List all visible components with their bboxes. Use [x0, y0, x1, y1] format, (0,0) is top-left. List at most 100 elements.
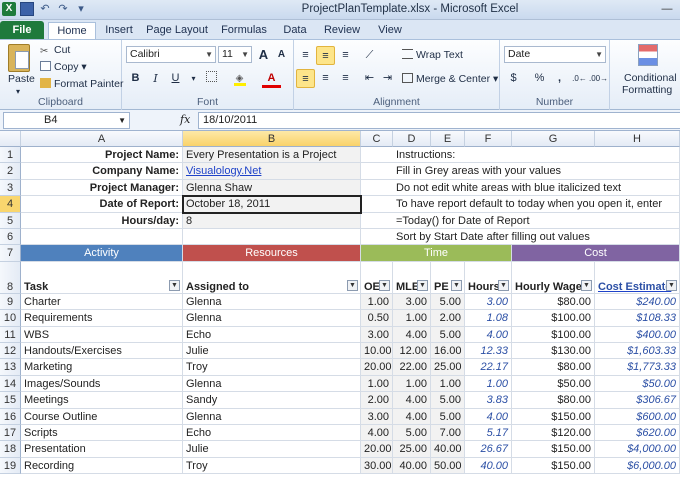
filter-active-icon[interactable]: ▼ — [169, 279, 180, 291]
row-header-1[interactable]: 1 — [0, 147, 21, 164]
header-cost-estimate[interactable]: Cost Estimate ▼ — [595, 261, 680, 294]
row-header-12[interactable]: 12 — [0, 343, 21, 360]
font-color-button[interactable]: A — [262, 69, 281, 88]
table-cell[interactable]: Glenna — [183, 408, 361, 425]
table-cell[interactable]: 0.50 — [361, 310, 393, 327]
header-assigned-to[interactable]: Assigned to ▼ — [183, 261, 361, 294]
formula-input[interactable]: 18/10/2011 — [198, 112, 680, 129]
table-cell[interactable]: Sandy — [183, 392, 361, 409]
filter-dropdown-icon[interactable]: ▼ — [379, 279, 390, 291]
table-cell[interactable]: WBS — [21, 326, 183, 343]
filter-dropdown-icon[interactable]: ▼ — [498, 279, 509, 291]
row-header-7[interactable]: 7 — [0, 245, 21, 262]
orientation-icon[interactable]: ⟋ — [360, 46, 379, 65]
decrease-decimal-icon[interactable]: .00→ — [589, 69, 608, 88]
row-header-8[interactable]: 8 — [0, 261, 21, 294]
bold-button[interactable]: B — [126, 69, 145, 88]
table-cell[interactable]: 1.00 — [361, 293, 393, 311]
font-size-select[interactable]: 11 ▼ — [218, 46, 252, 63]
filter-dropdown-icon[interactable]: ▼ — [666, 279, 677, 291]
header-pe[interactable]: PE ▼ — [431, 261, 465, 294]
column-header-b[interactable]: B — [183, 131, 361, 147]
column-header-c[interactable]: C — [361, 131, 393, 147]
tab-formulas[interactable]: Formulas — [220, 22, 268, 39]
table-cell[interactable]: Julie — [183, 343, 361, 360]
tab-page-layout[interactable]: Page Layout — [146, 22, 208, 39]
table-cell[interactable]: 2.00 — [431, 310, 465, 327]
table-cell[interactable]: 12.00 — [393, 343, 431, 360]
align-bottom-icon[interactable]: ≡ — [336, 46, 355, 65]
row-header-4[interactable]: 4 — [0, 196, 21, 213]
name-box[interactable]: B4 ▼ — [3, 112, 130, 129]
row-header-11[interactable]: 11 — [0, 326, 21, 343]
percent-button[interactable]: % — [530, 69, 549, 88]
table-cell[interactable]: 30.00 — [361, 457, 393, 475]
row-header-6[interactable]: 6 — [0, 229, 21, 246]
table-cell[interactable]: Charter — [21, 293, 183, 311]
project-value[interactable]: Glenna Shaw — [183, 179, 361, 197]
table-cell[interactable]: 3.00 — [393, 293, 431, 311]
table-cell[interactable]: Echo — [183, 326, 361, 343]
table-cell[interactable]: 25.00 — [431, 359, 465, 376]
table-cell[interactable]: 40.00 — [393, 457, 431, 475]
row-header-10[interactable]: 10 — [0, 310, 21, 327]
table-cell[interactable]: 1.00 — [431, 375, 465, 393]
table-cell[interactable]: Recording — [21, 457, 183, 475]
paste-button[interactable]: Paste — [8, 73, 35, 85]
select-all-corner[interactable] — [0, 131, 21, 147]
table-cell[interactable]: 5.00 — [431, 326, 465, 343]
project-value[interactable]: Visualology.Net — [183, 163, 361, 180]
column-header-h[interactable]: H — [595, 131, 680, 147]
column-header-f[interactable]: F — [465, 131, 512, 147]
table-cell[interactable]: 4.00 — [393, 392, 431, 409]
filter-dropdown-icon[interactable]: ▼ — [417, 279, 428, 291]
align-right-icon[interactable]: ≡ — [336, 69, 355, 88]
grow-font-button[interactable]: A — [254, 45, 273, 64]
table-cell[interactable]: 20.00 — [361, 359, 393, 376]
copy-button[interactable]: Copy ▾ — [40, 61, 87, 73]
header-task[interactable]: Task ▼ — [21, 261, 183, 294]
filter-dropdown-icon[interactable]: ▼ — [451, 279, 462, 291]
font-name-select[interactable]: Calibri ▼ — [126, 46, 216, 63]
table-cell[interactable]: Glenna — [183, 375, 361, 393]
align-middle-icon[interactable]: ≡ — [316, 46, 335, 65]
table-cell[interactable]: 20.00 — [361, 441, 393, 458]
comma-button[interactable]: , — [550, 69, 569, 88]
fill-color-icon[interactable]: ◈ — [230, 69, 249, 88]
table-cell[interactable]: 50.00 — [431, 457, 465, 475]
merge-center-button[interactable]: Merge & Center ▾ — [402, 73, 498, 85]
row-header-3[interactable]: 3 — [0, 179, 21, 197]
table-cell[interactable]: Presentation — [21, 441, 183, 458]
row-header-14[interactable]: 14 — [0, 375, 21, 393]
table-cell[interactable]: Troy — [183, 457, 361, 475]
table-cell[interactable]: 10.00 — [361, 343, 393, 360]
number-format-select[interactable]: Date ▼ — [504, 46, 606, 63]
table-cell[interactable]: Requirements — [21, 310, 183, 327]
tab-review[interactable]: Review — [322, 22, 362, 39]
table-cell[interactable]: 5.00 — [431, 408, 465, 425]
table-cell[interactable]: 1.00 — [393, 310, 431, 327]
row-header-5[interactable]: 5 — [0, 212, 21, 229]
paste-dropdown-icon[interactable]: ▾ — [16, 87, 20, 96]
increase-decimal-icon[interactable]: .0← — [570, 69, 589, 88]
header-hours[interactable]: Hours ▼ — [465, 261, 512, 294]
table-cell[interactable]: 2.00 — [361, 392, 393, 409]
filter-dropdown-icon[interactable]: ▼ — [581, 279, 592, 291]
header-hourly-wage[interactable]: Hourly Wage ▼ — [512, 261, 595, 294]
table-cell[interactable]: 5.00 — [431, 392, 465, 409]
underline-button[interactable]: U — [166, 69, 185, 88]
header-mle[interactable]: MLE ▼ — [393, 261, 431, 294]
table-cell[interactable]: 1.00 — [361, 375, 393, 393]
minimize-icon[interactable]: — — [654, 0, 680, 18]
table-cell[interactable]: Course Outline — [21, 408, 183, 425]
column-header-e[interactable]: E — [431, 131, 465, 147]
decrease-indent-icon[interactable]: ⇤ — [360, 69, 379, 88]
table-cell[interactable]: 4.00 — [361, 425, 393, 442]
italic-button[interactable]: I — [146, 69, 165, 88]
shrink-font-button[interactable]: A — [272, 45, 291, 64]
table-cell[interactable]: Marketing — [21, 359, 183, 376]
table-cell[interactable]: 25.00 — [393, 441, 431, 458]
column-header-a[interactable]: A — [21, 131, 183, 147]
tab-insert[interactable]: Insert — [100, 22, 138, 39]
paste-icon[interactable] — [8, 44, 30, 72]
